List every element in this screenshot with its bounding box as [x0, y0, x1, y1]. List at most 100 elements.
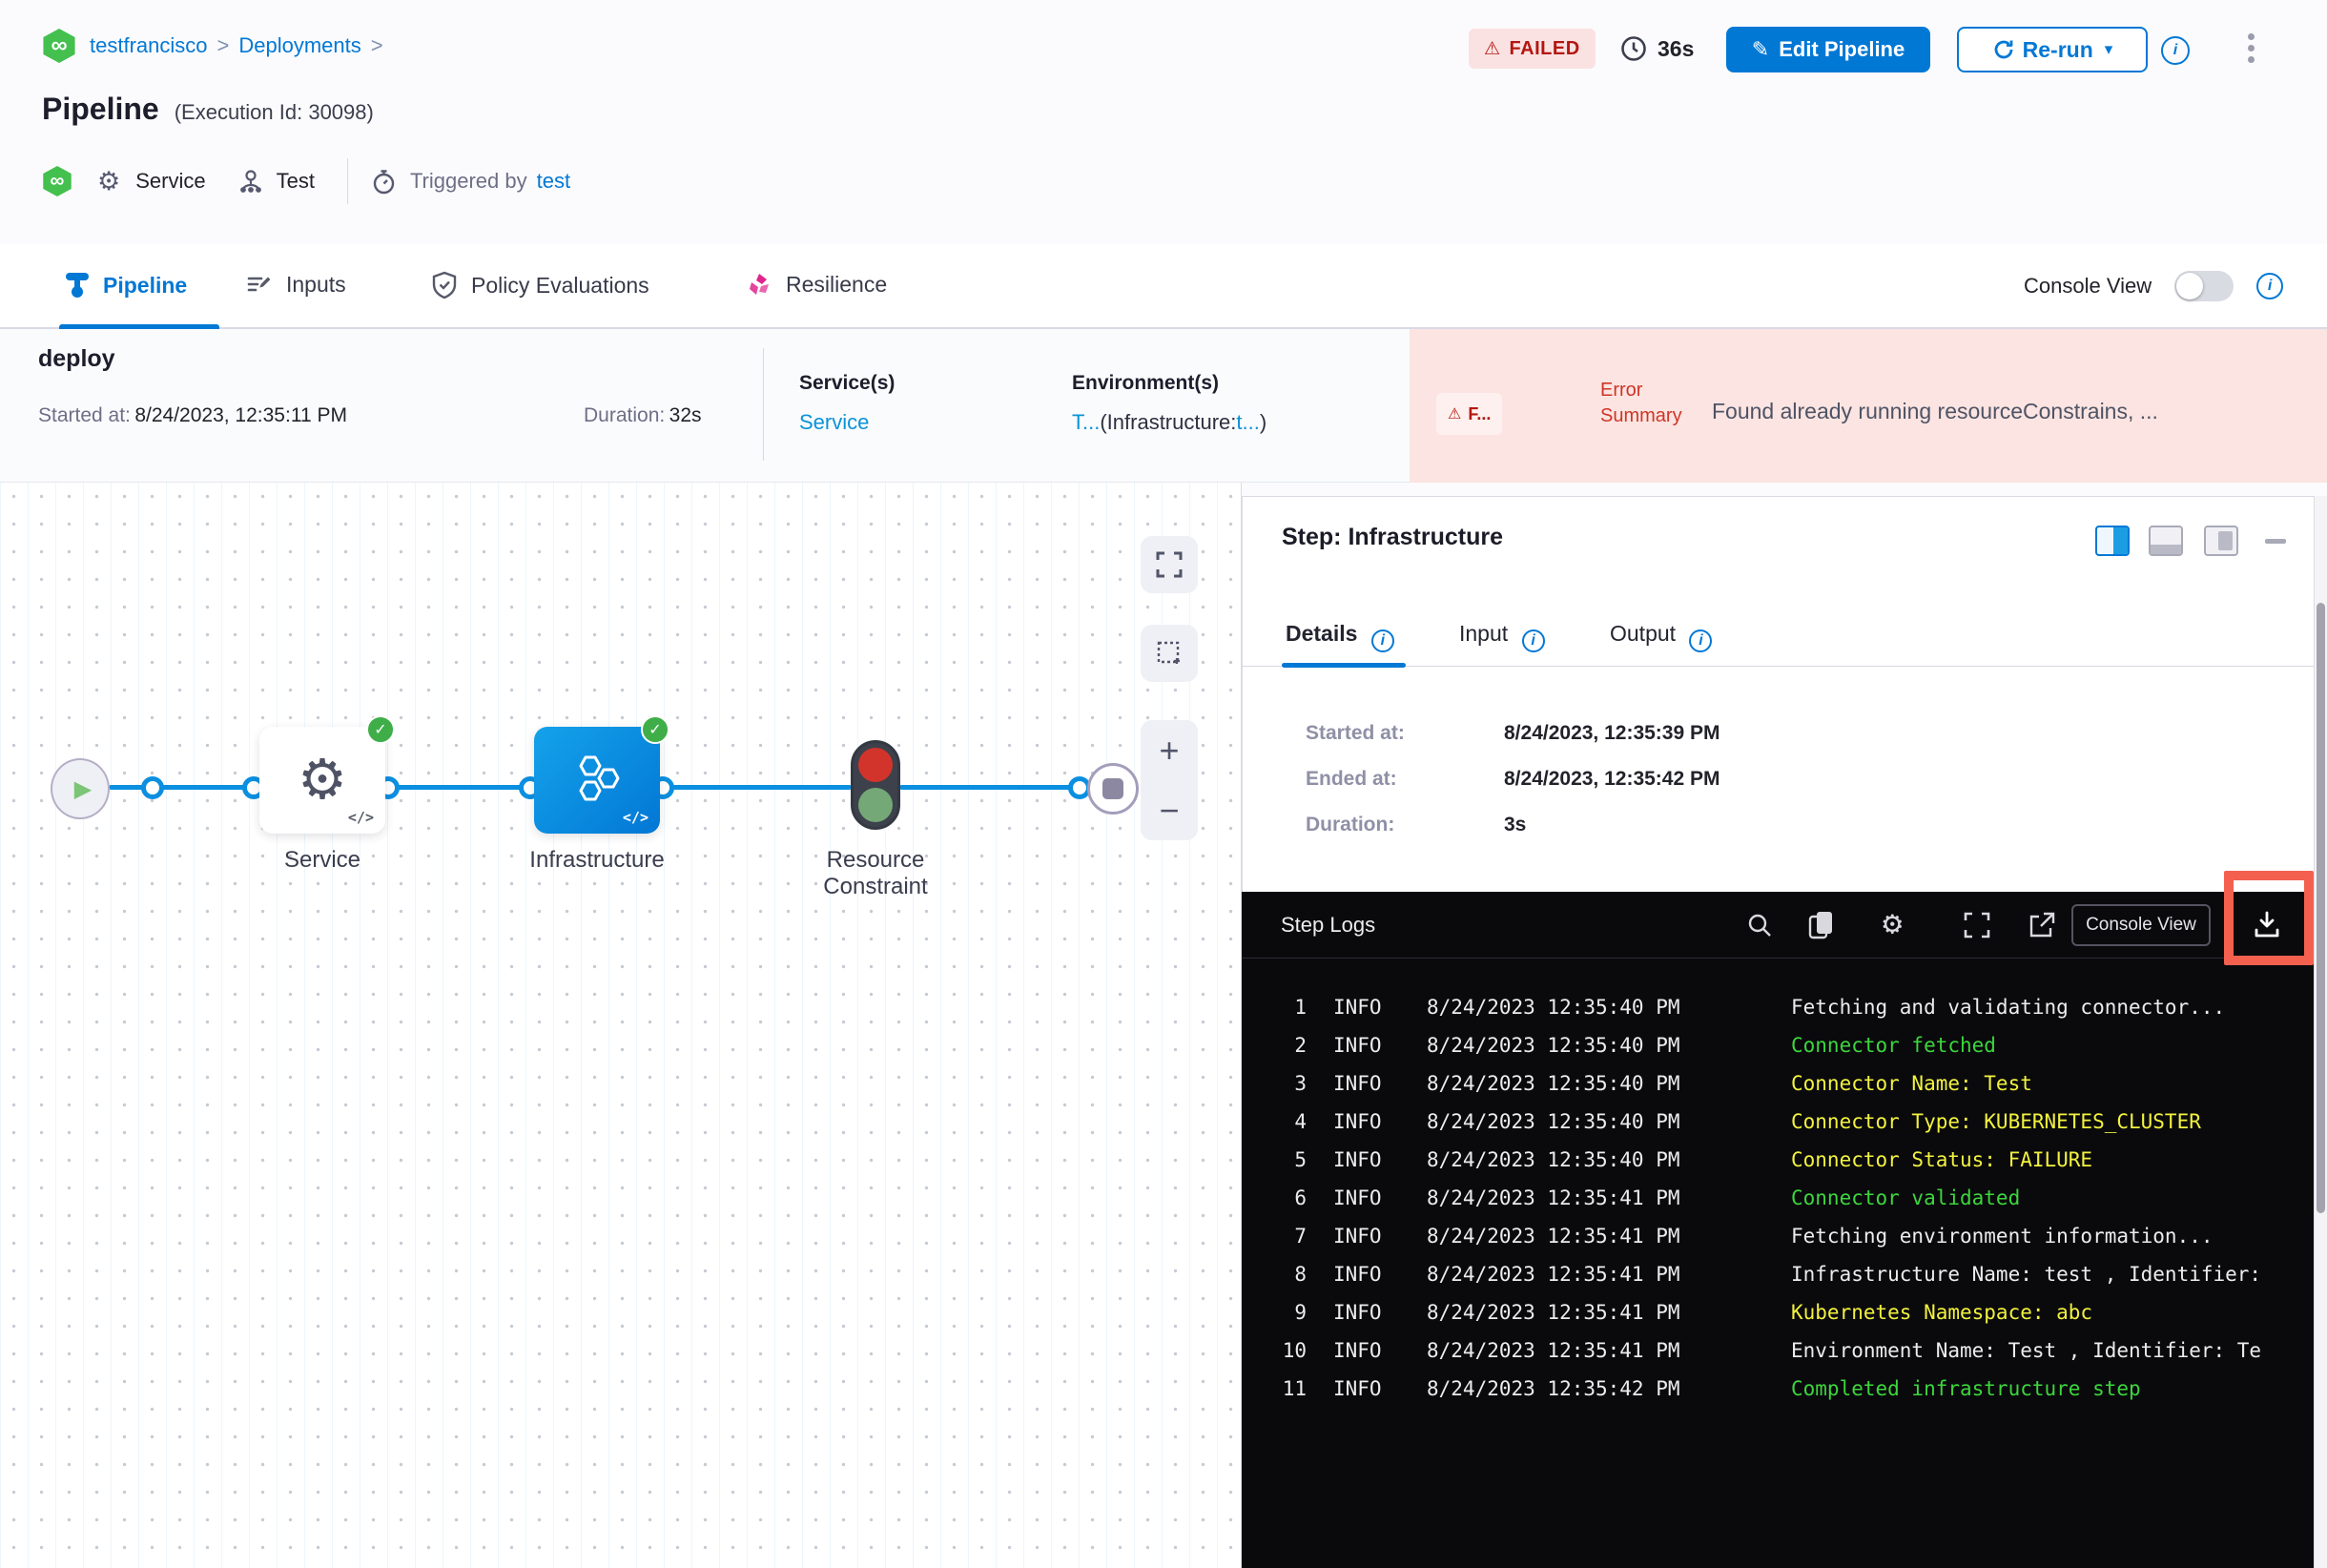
meta-environment-label: Test: [276, 169, 315, 193]
zoom-in-button[interactable]: +: [1159, 732, 1179, 768]
log-line-number: 5: [1294, 1148, 1307, 1171]
log-line: 6 INFO 8/24/2023 12:35:41 PM Connector v…: [1242, 1179, 2314, 1217]
shield-check-icon: [431, 271, 458, 299]
breadcrumb: ∞ testfrancisco > Deployments >: [42, 29, 393, 63]
log-level: INFO: [1333, 1072, 1382, 1095]
code-icon: </>: [622, 809, 649, 826]
input-info-icon[interactable]: i: [1521, 629, 1545, 652]
rerun-info-icon[interactable]: i: [2161, 36, 2190, 65]
step-tab-input-label: Input: [1459, 621, 1509, 646]
node-resource-constraint[interactable]: [851, 740, 900, 830]
tab-resilience[interactable]: Resilience: [746, 271, 887, 298]
log-line: 8 INFO 8/24/2023 12:35:41 PM Infrastruct…: [1242, 1255, 2314, 1293]
layout-horizontal-split-button[interactable]: [2149, 526, 2183, 556]
code-icon: </>: [347, 809, 374, 826]
detail-duration-label: Duration:: [1306, 814, 1395, 836]
log-line: 9 INFO 8/24/2023 12:35:41 PM Kubernetes …: [1242, 1293, 2314, 1331]
breadcrumb-project-link[interactable]: testfrancisco: [90, 33, 208, 58]
log-settings-gear-icon[interactable]: ⚙: [1883, 907, 1902, 939]
log-message: Fetching environment information...: [1791, 1225, 2214, 1248]
infrastructure-link[interactable]: t...: [1236, 410, 1259, 434]
environments-label: Environment(s): [1072, 372, 1220, 394]
harness-logo-icon: ∞: [43, 29, 75, 63]
canvas-zoom-panel: + −: [1141, 720, 1198, 840]
log-message: Environment Name: Test , Identifier: Te: [1791, 1339, 2262, 1362]
log-message: Connector Type: KUBERNETES_CLUSTER: [1791, 1110, 2201, 1133]
canvas-multiselect-button[interactable]: [1141, 625, 1198, 682]
node-service[interactable]: ⚙ </> ✓: [259, 715, 395, 834]
detail-started-value: 8/24/2023, 12:35:39 PM: [1504, 722, 1720, 744]
elapsed-time-value: 36s: [1658, 35, 1695, 61]
pipeline-graph-canvas[interactable]: ▶ ⚙ </> ✓ Service </> ✓ Infrastructure R…: [0, 483, 1242, 1568]
node-infrastructure[interactable]: </> ✓: [534, 715, 669, 834]
pipeline-meta-row: ∞ ⚙ Service Test Triggered by test: [42, 158, 570, 204]
rerun-button[interactable]: Re-run ▾: [1957, 27, 2148, 72]
tab-pipeline-label: Pipeline: [103, 272, 188, 298]
edit-pipeline-button[interactable]: ✎ Edit Pipeline: [1726, 27, 1930, 72]
canvas-fullscreen-button[interactable]: [1141, 536, 1198, 593]
title-row: Pipeline (Execution Id: 30098): [42, 92, 374, 127]
layout-panel-view-button[interactable]: [2204, 526, 2238, 556]
step-tab-details-label: Details: [1286, 621, 1358, 646]
inputs-icon: [246, 271, 273, 298]
graph-start-node: ▶: [51, 758, 110, 819]
console-view-label: Console View: [2024, 274, 2152, 298]
tab-inputs[interactable]: Inputs: [246, 271, 346, 298]
pipeline-execution-page: ∞ testfrancisco > Deployments > Pipeline…: [0, 0, 2327, 1568]
step-logs-title: Step Logs: [1281, 913, 1376, 937]
download-highlight-box: [2224, 871, 2314, 965]
console-view-info-icon[interactable]: i: [2256, 273, 2284, 299]
meta-divider: [346, 158, 348, 204]
log-timestamp: 8/24/2023 12:35:41 PM: [1427, 1263, 1680, 1286]
layout-vertical-split-button[interactable]: [2095, 526, 2130, 556]
traffic-light-red: [858, 748, 893, 782]
step-tab-output[interactable]: Output i: [1610, 621, 1713, 652]
details-info-icon[interactable]: i: [1370, 629, 1394, 652]
search-logs-icon[interactable]: [1745, 911, 1774, 943]
breadcrumb-separator: >: [216, 33, 230, 57]
step-tab-input[interactable]: Input i: [1459, 621, 1545, 652]
graph-edge: [899, 785, 1086, 790]
triggered-by-value[interactable]: test: [537, 169, 570, 194]
log-fullscreen-icon[interactable]: [1963, 911, 1991, 943]
tab-policy-evaluations[interactable]: Policy Evaluations: [431, 271, 649, 299]
output-info-icon[interactable]: i: [1689, 629, 1713, 652]
step-tab-details[interactable]: Details i: [1286, 621, 1394, 652]
detail-ended-label: Ended at:: [1306, 768, 1397, 790]
copy-logs-icon[interactable]: [1806, 909, 1837, 945]
log-level: INFO: [1333, 1034, 1382, 1057]
page-title: Pipeline: [42, 92, 159, 126]
hexagons-icon: [568, 753, 626, 807]
breadcrumb-deployments-link[interactable]: Deployments: [238, 33, 360, 58]
stage-name[interactable]: deploy: [38, 345, 115, 373]
services-value-link[interactable]: Service: [799, 410, 869, 435]
log-console-view-button[interactable]: Console View: [2071, 904, 2211, 946]
log-message: Connector validated: [1791, 1186, 2021, 1209]
log-message: Connector Name: Test: [1791, 1072, 2032, 1095]
log-line-number: 10: [1282, 1339, 1307, 1362]
log-timestamp: 8/24/2023 12:35:41 PM: [1427, 1339, 1680, 1362]
minimize-panel-button[interactable]: [2265, 539, 2286, 544]
environment-icon: [238, 169, 263, 194]
error-summary-label: Error Summary: [1600, 380, 1682, 426]
open-in-new-tab-icon[interactable]: [2028, 911, 2056, 943]
breadcrumb-separator: >: [370, 33, 383, 57]
environment-link[interactable]: T...: [1072, 410, 1100, 434]
log-message: Infrastructure Name: test , Identifier:: [1791, 1263, 2262, 1286]
meta-service-label: Service: [135, 169, 206, 193]
log-timestamp: 8/24/2023 12:35:41 PM: [1427, 1301, 1680, 1324]
log-message: Completed infrastructure step: [1791, 1377, 2141, 1400]
log-timestamp: 8/24/2023 12:35:40 PM: [1427, 1072, 1680, 1095]
rerun-label: Re-run: [2022, 36, 2093, 62]
step-active-tab-underline: [1282, 663, 1406, 668]
console-view-toggle[interactable]: [2174, 271, 2234, 301]
log-message: Connector fetched: [1791, 1034, 1996, 1057]
more-options-button[interactable]: [2241, 29, 2260, 68]
zoom-out-button[interactable]: −: [1159, 793, 1179, 828]
environments-value[interactable]: T...(Infrastructure:t...): [1072, 410, 1266, 435]
gear-icon: ⚙: [298, 749, 347, 811]
node-service-label: Service: [283, 847, 361, 873]
panel-scrollbar-thumb[interactable]: [2317, 603, 2325, 1213]
tab-pipeline[interactable]: Pipeline: [65, 271, 187, 299]
log-line: 5 INFO 8/24/2023 12:35:40 PM Connector S…: [1242, 1141, 2314, 1179]
